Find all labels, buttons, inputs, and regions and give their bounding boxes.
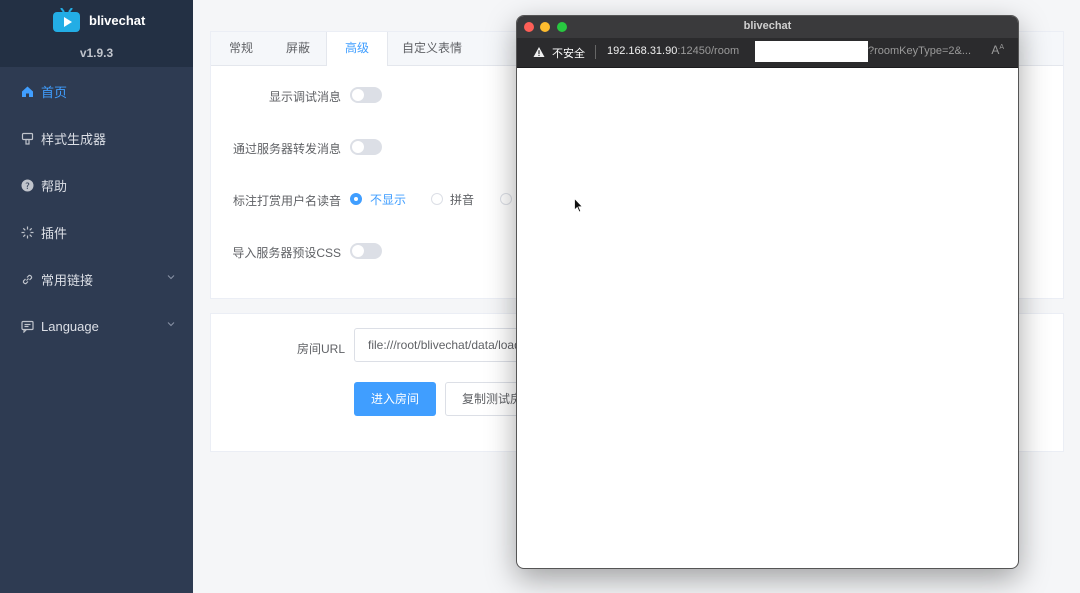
enter-room-button[interactable]: 进入房间 <box>354 382 436 416</box>
sidebar-item-help[interactable]: ? 帮助 <box>0 165 193 205</box>
debug-label: 显示调试消息 <box>268 90 341 104</box>
mouse-cursor-icon <box>574 198 584 213</box>
brand-name: blivechat <box>89 13 146 28</box>
sidebar-item-label: Language <box>41 318 99 334</box>
reader-mode-icon[interactable]: AA <box>991 43 1004 57</box>
sidebar-item-language[interactable]: Language <box>0 306 193 346</box>
radio-pinyin-label[interactable]: 拼音 <box>450 191 474 208</box>
home-icon <box>20 84 34 98</box>
radio-other[interactable] <box>500 193 512 205</box>
url-query: ?roomKeyType=2&... <box>868 45 972 57</box>
address-bar[interactable]: 不安全 192.168.31.90:12450/room ?roomKeyTyp… <box>517 38 1018 68</box>
url-path: :12450/room <box>677 45 740 57</box>
sidebar-item-label: 帮助 <box>41 178 68 194</box>
tab-block[interactable]: 屏蔽 <box>268 32 328 65</box>
debug-switch[interactable] <box>350 87 382 103</box>
tab-general[interactable]: 常规 <box>211 32 271 65</box>
radio-pinyin[interactable] <box>431 193 443 205</box>
sidebar: blivechat v1.9.3 首页 样式生成器 ? 帮助 插件 常用链接 L… <box>0 0 193 593</box>
form-row-relay: 通过服务器转发消息 <box>211 136 341 160</box>
chevron-down-icon <box>167 322 175 327</box>
import-css-label: 导入服务器预设CSS <box>232 246 341 260</box>
radio-none[interactable] <box>350 193 362 205</box>
tab-custom-emotes[interactable]: 自定义表情 <box>384 32 480 65</box>
link-icon <box>20 272 34 286</box>
sidebar-item-links[interactable]: 常用链接 <box>0 259 193 299</box>
svg-text:?: ? <box>25 182 30 192</box>
browser-window: blivechat 不安全 192.168.31.90:12450/room ?… <box>516 15 1019 569</box>
warning-icon <box>533 47 545 57</box>
chevron-down-icon <box>167 275 175 280</box>
sidebar-item-label: 插件 <box>41 225 68 241</box>
relay-label: 通过服务器转发消息 <box>232 142 341 156</box>
plugin-icon <box>20 225 34 239</box>
form-row-debug: 显示调试消息 <box>211 84 341 108</box>
version-label: v1.9.3 <box>79 46 114 60</box>
sidebar-item-home[interactable]: 首页 <box>0 71 193 111</box>
tab-advanced[interactable]: 高级 <box>326 32 389 66</box>
brand: blivechat v1.9.3 <box>0 0 193 67</box>
relay-switch[interactable] <box>350 139 382 155</box>
sidebar-item-label: 首页 <box>41 84 68 100</box>
sidebar-item-label: 常用链接 <box>41 272 94 288</box>
room-url-label: 房间URL <box>297 342 346 356</box>
address-separator <box>595 45 596 59</box>
form-row-pronunciation: 标注打赏用户名读音 <box>211 188 341 212</box>
window-title: blivechat <box>743 20 792 32</box>
language-icon <box>20 319 34 333</box>
url-host: 192.168.31.90 <box>607 45 678 57</box>
brush-icon <box>20 131 34 145</box>
pronunciation-label: 标注打赏用户名读音 <box>232 194 341 208</box>
sidebar-item-plugins[interactable]: 插件 <box>0 212 193 252</box>
radio-none-label[interactable]: 不显示 <box>370 191 406 208</box>
form-row-import-css: 导入服务器预设CSS <box>211 240 341 264</box>
address-url[interactable]: 192.168.31.90:12450/room <box>607 45 739 57</box>
sidebar-item-label: 样式生成器 <box>41 131 107 147</box>
tv-logo-icon <box>53 8 80 32</box>
redacted-block <box>755 41 868 62</box>
help-icon: ? <box>20 178 34 192</box>
window-titlebar[interactable]: blivechat <box>517 16 1018 38</box>
insecure-label[interactable]: 不安全 <box>552 45 585 61</box>
import-css-switch[interactable] <box>350 243 382 259</box>
sidebar-item-style-generator[interactable]: 样式生成器 <box>0 118 193 158</box>
